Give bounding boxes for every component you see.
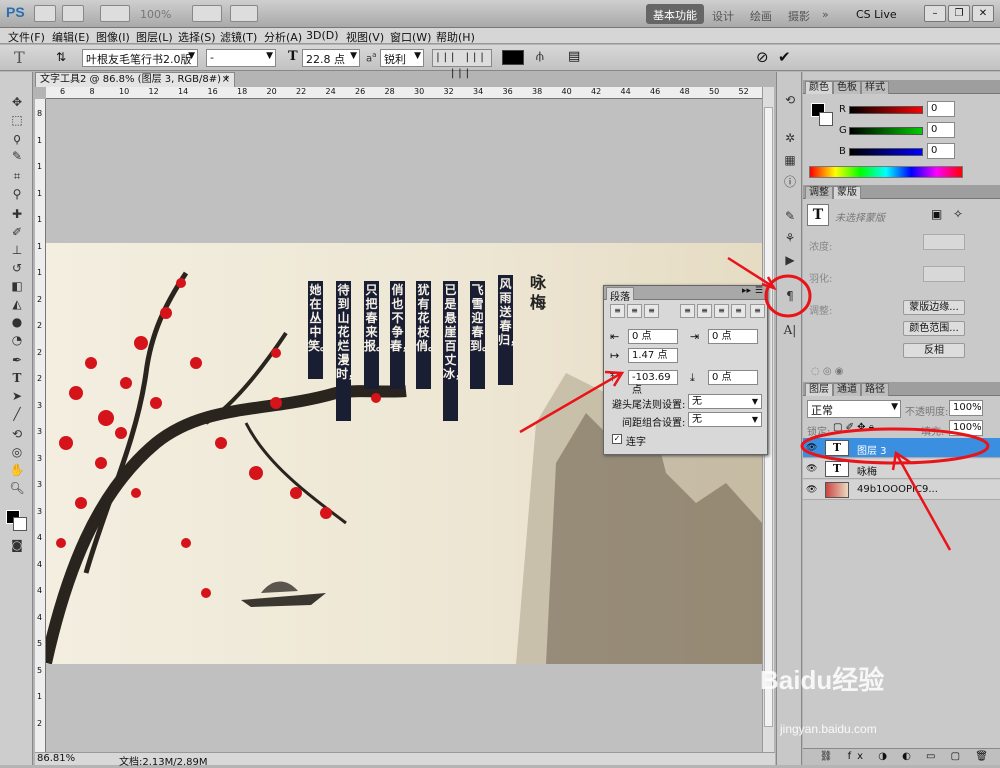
baidu-watermark-url: jingyan.baidu.com (780, 722, 877, 736)
annotation-overlay (519, 256, 990, 551)
baidu-watermark: Baidu经验 (760, 665, 885, 695)
